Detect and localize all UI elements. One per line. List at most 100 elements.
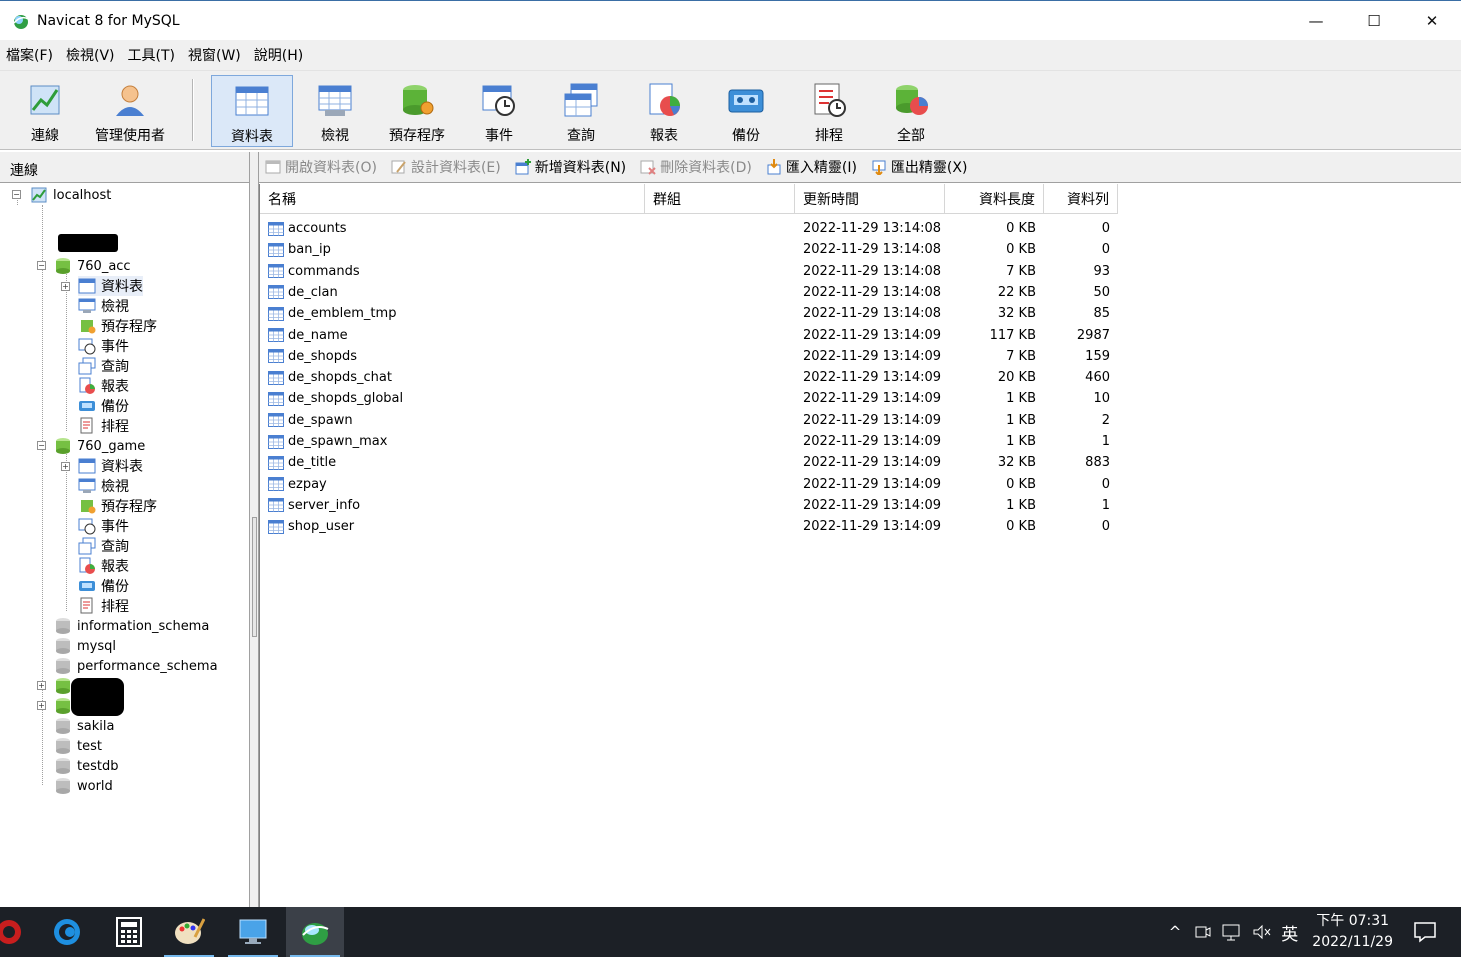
tree-node-events[interactable]: 事件 [78,516,129,536]
toolbar-procedure-button[interactable]: 預存程序 [376,75,458,147]
tree-node-db-760-game[interactable]: 760_game [54,436,145,456]
table-row[interactable]: de_name 2022-11-29 13:14:09 117 KB 2987 [260,325,1118,346]
taskbar-app-c[interactable] [38,907,96,957]
taskbar-navicat[interactable] [286,907,344,957]
cell-name: ban_ip [260,242,645,257]
table-row[interactable]: de_spawn 2022-11-29 13:14:09 1 KB 2 [260,410,1118,431]
tree-node-tables[interactable]: 資料表 [78,276,143,296]
expand-tables[interactable]: + [61,282,70,291]
query-icon [78,537,96,555]
toolbar-schedule-button[interactable]: 排程 [788,75,870,147]
taskbar-app-red[interactable] [0,907,38,957]
tree-node-queries[interactable]: 查詢 [78,356,129,376]
import-wizard-button[interactable]: 匯入精靈(I) [766,157,857,177]
minimize-button[interactable]: — [1287,1,1345,41]
tree-node-db-testdb[interactable]: testdb [54,756,118,776]
table-row[interactable]: de_shopds_chat 2022-11-29 13:14:09 20 KB 46… [260,367,1118,388]
volume-muted-icon[interactable] [1251,922,1273,942]
export-wizard-button[interactable]: 匯出精靈(X) [871,157,967,177]
expand-database[interactable]: + [37,681,46,690]
tree-node-backups[interactable]: 備份 [78,396,129,416]
toolbar-event-button[interactable]: 事件 [458,75,540,147]
clock[interactable]: 下午 07:31 2022/11/29 [1312,911,1393,953]
open-table-button[interactable]: 開啟資料表(O) [265,157,377,177]
tree-node-views[interactable]: 檢視 [78,476,129,496]
menu-tools[interactable]: 工具(T) [128,45,175,65]
meet-now-icon[interactable] [1193,922,1213,942]
tree-node-tables[interactable]: 資料表 [78,456,143,476]
toolbar-backup-button[interactable]: 備份 [705,75,787,147]
menu-window[interactable]: 視窗(W) [188,45,241,65]
panel-splitter[interactable] [250,152,259,907]
collapse-760-game[interactable]: − [37,441,46,450]
tree-node-db-760-acc[interactable]: 760_acc [54,256,131,276]
table-row[interactable]: de_shopds_global 2022-11-29 13:14:09 1 KB 1… [260,388,1118,409]
toolbar-connection-button[interactable]: 連線 [4,75,86,147]
toolbar-query-button[interactable]: 查詢 [540,75,622,147]
column-header-group[interactable]: 群組 [645,184,795,214]
tree-node-procedures[interactable]: 預存程序 [78,496,157,516]
table-row[interactable]: ban_ip 2022-11-29 13:14:08 0 KB 0 [260,239,1118,260]
tree-node-queries[interactable]: 查詢 [78,536,129,556]
maximize-button[interactable]: ☐ [1345,1,1403,41]
column-header-data-length[interactable]: 資料長度 [945,184,1044,214]
collapse-localhost[interactable]: − [12,190,21,199]
menu-file[interactable]: 檔案(F) [6,45,53,65]
toolbar-user-manager-button[interactable]: 管理使用者 [88,75,172,147]
table-row[interactable]: shop_user 2022-11-29 13:14:09 0 KB 0 [260,516,1118,537]
toolbar-all-button[interactable]: 全部 [870,75,952,147]
table-row[interactable]: de_emblem_tmp 2022-11-29 13:14:08 32 KB 85 [260,303,1118,324]
tree-node-schedules[interactable]: 排程 [78,416,129,436]
expand-database[interactable]: + [37,701,46,710]
column-header-name[interactable]: 名稱 [260,184,645,214]
taskbar-remote-desktop[interactable] [224,907,282,957]
table-row[interactable]: server_info 2022-11-29 13:14:09 1 KB 1 [260,495,1118,516]
table-row[interactable]: de_shopds 2022-11-29 13:14:09 7 KB 159 [260,346,1118,367]
taskbar-calculator[interactable] [100,907,158,957]
ime-indicator[interactable]: 英 [1281,920,1298,945]
delete-table-button[interactable]: 刪除資料表(D) [640,157,752,177]
column-header-updated[interactable]: 更新時間 [795,184,945,214]
table-row[interactable]: de_clan 2022-11-29 13:14:08 22 KB 50 [260,282,1118,303]
taskbar-paint[interactable] [160,907,218,957]
tree-node-views[interactable]: 檢視 [78,296,129,316]
toolbar-table-button[interactable]: 資料表 [211,75,293,147]
table-row[interactable]: ezpay 2022-11-29 13:14:09 0 KB 0 [260,474,1118,495]
tree-node-db-information-schema[interactable]: information_schema [54,616,209,636]
tree-node-db-world[interactable]: world [54,776,113,796]
tree-node-db-performance-schema[interactable]: performance_schema [54,656,218,676]
table-row[interactable]: de_title 2022-11-29 13:14:09 32 KB 883 [260,452,1118,473]
cell-row-count: 1 [1101,434,1110,449]
toolbar-view-button[interactable]: 檢視 [294,75,376,147]
menu-view[interactable]: 檢視(V) [66,45,115,65]
network-icon[interactable] [1221,922,1243,942]
tree-node-procedures[interactable]: 預存程序 [78,316,157,336]
cell-row-count: 159 [1085,348,1110,364]
tree-node-localhost[interactable]: localhost [30,185,111,205]
expand-tables[interactable]: + [61,462,70,471]
menu-help[interactable]: 說明(H) [254,45,303,65]
tree-node-reports[interactable]: 報表 [78,556,129,576]
toolbar-report-button[interactable]: 報表 [623,75,705,147]
notification-center-icon[interactable] [1413,921,1437,943]
design-table-button[interactable]: 設計資料表(E) [391,157,501,177]
collapse-760-acc[interactable]: − [37,261,46,270]
tree-node-db-mysql[interactable]: mysql [54,636,116,656]
tree-node-backups[interactable]: 備份 [78,576,129,596]
tree-node-schedules[interactable]: 排程 [78,596,129,616]
table-row[interactable]: de_spawn_max 2022-11-29 13:14:09 1 KB 1 [260,431,1118,452]
tree-node-events[interactable]: 事件 [78,336,129,356]
table-row[interactable]: accounts 2022-11-29 13:14:08 0 KB 0 [260,218,1118,239]
tree-node-db-test[interactable]: test [54,736,102,756]
table-row[interactable]: commands 2022-11-29 13:14:08 7 KB 93 [260,261,1118,282]
new-table-button[interactable]: 新增資料表(N) [515,157,626,177]
cell-name: shop_user [260,519,645,534]
close-button[interactable]: ✕ [1403,1,1461,41]
cell-name: de_shopds_chat [260,370,645,385]
column-header-rows[interactable]: 資料列 [1044,184,1118,214]
tree-node-db-sakila[interactable]: sakila [54,716,114,736]
splitter-grip[interactable] [252,517,257,637]
toolbar-report-label: 報表 [650,128,678,144]
tray-overflow-chevron[interactable]: ^ [1169,923,1182,941]
tree-node-reports[interactable]: 報表 [78,376,129,396]
